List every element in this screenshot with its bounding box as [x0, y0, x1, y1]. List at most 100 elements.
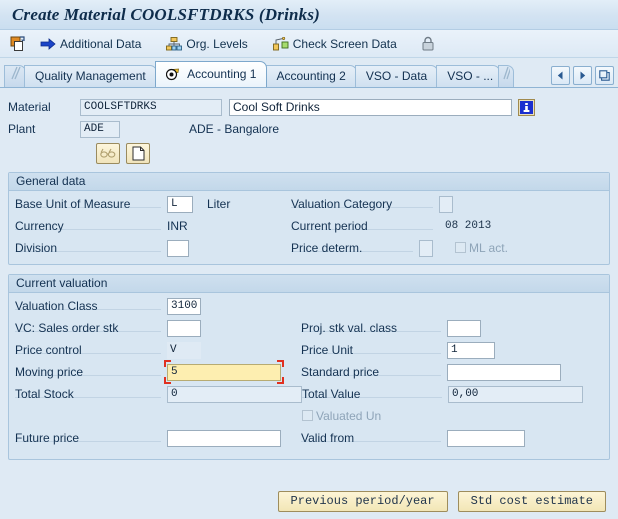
- general-data-title: General data: [9, 173, 609, 191]
- tab-scroll-grip-right[interactable]: [498, 65, 514, 87]
- moving-price-label: Moving price: [15, 365, 83, 379]
- copy-page-icon: [10, 36, 26, 52]
- tab-accounting-1[interactable]: Accounting 1: [155, 61, 268, 87]
- total-value-label: Total Value: [302, 387, 360, 401]
- material-input[interactable]: [80, 99, 222, 116]
- price-determ-input[interactable]: [419, 240, 433, 257]
- copy-page-button[interactable]: [6, 32, 30, 56]
- additional-data-button[interactable]: Additional Data: [34, 32, 147, 56]
- vc-sales-order-row: VC: Sales order stk Proj. stk val. class: [15, 317, 603, 339]
- vc-sales-order-label: VC: Sales order stk: [15, 321, 118, 335]
- tab-list-icon: [599, 70, 610, 81]
- standard-price-input[interactable]: [447, 364, 561, 381]
- total-stock-row: Total Stock Total Value: [15, 383, 603, 405]
- price-control-row: Price control Price Unit: [15, 339, 603, 361]
- future-price-label-cell: Future price: [15, 431, 167, 445]
- material-label: Material: [8, 100, 80, 114]
- new-page-button[interactable]: [126, 143, 150, 164]
- tab-prev-button[interactable]: [551, 66, 570, 85]
- tab-next-button[interactable]: [573, 66, 592, 85]
- valuated-un-label: Valuated Un: [316, 409, 381, 423]
- moving-price-input[interactable]: [167, 364, 281, 381]
- valuation-class-input[interactable]: [167, 298, 201, 315]
- material-row: Material: [0, 96, 618, 118]
- future-price-row: Future price Valid from: [15, 427, 603, 449]
- tab-vso-more-label: VSO - ...: [447, 66, 493, 87]
- tab-scroll-grip[interactable]: [4, 65, 26, 87]
- price-determ-label-cell: Price determ.: [291, 241, 419, 255]
- material-description-input[interactable]: [229, 99, 512, 116]
- currency-label: Currency: [15, 219, 64, 233]
- focus-corner-bottom-right: [277, 377, 284, 384]
- vc-sales-order-input[interactable]: [167, 320, 201, 337]
- additional-data-label: Additional Data: [60, 37, 141, 51]
- material-info-button[interactable]: [518, 99, 535, 116]
- valuation-category-input[interactable]: [439, 196, 453, 213]
- lock-button[interactable]: [416, 32, 440, 56]
- price-unit-input[interactable]: [447, 342, 495, 359]
- sap-material-master-window: Create Material COOLSFTDRKS (Drinks) Add…: [0, 0, 618, 519]
- footer-button-bar: Previous period/year Std cost estimate: [0, 491, 618, 512]
- total-value-label-cell: Total Value: [302, 387, 448, 401]
- tab-quality-management[interactable]: Quality Management: [24, 65, 157, 87]
- ml-act-checkbox[interactable]: [455, 242, 466, 253]
- price-determ-label: Price determ.: [291, 241, 362, 255]
- tab-list-button[interactable]: [595, 66, 614, 85]
- valid-from-input[interactable]: [447, 430, 525, 447]
- general-data-body: Base Unit of Measure Liter Valuation Cat…: [9, 191, 609, 264]
- current-valuation-group: Current valuation Valuation Class VC: Sa…: [8, 274, 610, 460]
- vc-sales-order-label-cell: VC: Sales order stk: [15, 321, 167, 335]
- tab-vso-data-label: VSO - Data: [366, 66, 427, 87]
- total-stock-input[interactable]: [167, 386, 302, 403]
- plant-input[interactable]: [80, 121, 120, 138]
- ml-act-checkbox-wrap[interactable]: ML act.: [455, 241, 508, 255]
- info-i-icon: [520, 101, 533, 114]
- valuation-class-label-cell: Valuation Class: [15, 299, 167, 313]
- currency-row: Currency INR Current period 08 2013: [15, 215, 603, 237]
- org-levels-button[interactable]: Org. Levels: [160, 32, 253, 56]
- focus-corner-bottom-left: [164, 377, 171, 384]
- price-control-input[interactable]: [167, 342, 201, 359]
- base-uom-input[interactable]: [167, 196, 193, 213]
- division-row: Division Price determ. ML act.: [15, 237, 603, 259]
- focus-corner-top-left: [164, 360, 171, 367]
- org-levels-label: Org. Levels: [186, 37, 247, 51]
- accounting-tab-icon: [166, 68, 181, 81]
- tab-accounting-2[interactable]: Accounting 2: [265, 65, 356, 87]
- glasses-button[interactable]: [96, 143, 120, 164]
- future-price-input[interactable]: [167, 430, 281, 447]
- tab-vso-data[interactable]: VSO - Data: [355, 65, 438, 87]
- check-screen-icon: [273, 37, 289, 51]
- check-screen-data-button[interactable]: Check Screen Data: [267, 32, 403, 56]
- blue-right-arrow-icon: [40, 37, 56, 51]
- future-price-label: Future price: [15, 431, 79, 445]
- application-toolbar: Additional Data Org. Levels: [0, 30, 618, 58]
- valuation-category-label: Valuation Category: [291, 197, 392, 211]
- tab-quality-management-label: Quality Management: [35, 66, 146, 87]
- total-value-input[interactable]: [448, 386, 583, 403]
- current-valuation-title: Current valuation: [9, 275, 609, 293]
- std-cost-estimate-button[interactable]: Std cost estimate: [458, 491, 606, 512]
- valid-from-label-cell: Valid from: [301, 431, 447, 445]
- ml-act-label: ML act.: [469, 241, 508, 255]
- currency-label-cell: Currency: [15, 219, 167, 233]
- division-label: Division: [15, 241, 57, 255]
- proj-stk-input[interactable]: [447, 320, 481, 337]
- check-screen-data-label: Check Screen Data: [293, 37, 397, 51]
- previous-period-button[interactable]: Previous period/year: [278, 491, 448, 512]
- moving-price-focus-wrapper: [167, 363, 281, 381]
- valuated-un-checkbox-wrap[interactable]: Valuated Un: [302, 409, 381, 423]
- header-action-buttons: [0, 140, 618, 166]
- base-uom-row: Base Unit of Measure Liter Valuation Cat…: [15, 193, 603, 215]
- division-input[interactable]: [167, 240, 189, 257]
- valuated-un-checkbox[interactable]: [302, 410, 313, 421]
- current-valuation-body: Valuation Class VC: Sales order stk Proj…: [9, 293, 609, 459]
- base-uom-label: Base Unit of Measure: [15, 197, 130, 211]
- valid-from-label: Valid from: [301, 431, 354, 445]
- current-period-label-cell: Current period: [291, 219, 439, 233]
- standard-price-label: Standard price: [301, 365, 379, 379]
- total-stock-label: Total Stock: [15, 387, 74, 401]
- title-bar: Create Material COOLSFTDRKS (Drinks): [0, 0, 618, 30]
- general-data-group: General data Base Unit of Measure Liter …: [8, 172, 610, 265]
- tab-vso-more[interactable]: VSO - ...: [436, 65, 500, 87]
